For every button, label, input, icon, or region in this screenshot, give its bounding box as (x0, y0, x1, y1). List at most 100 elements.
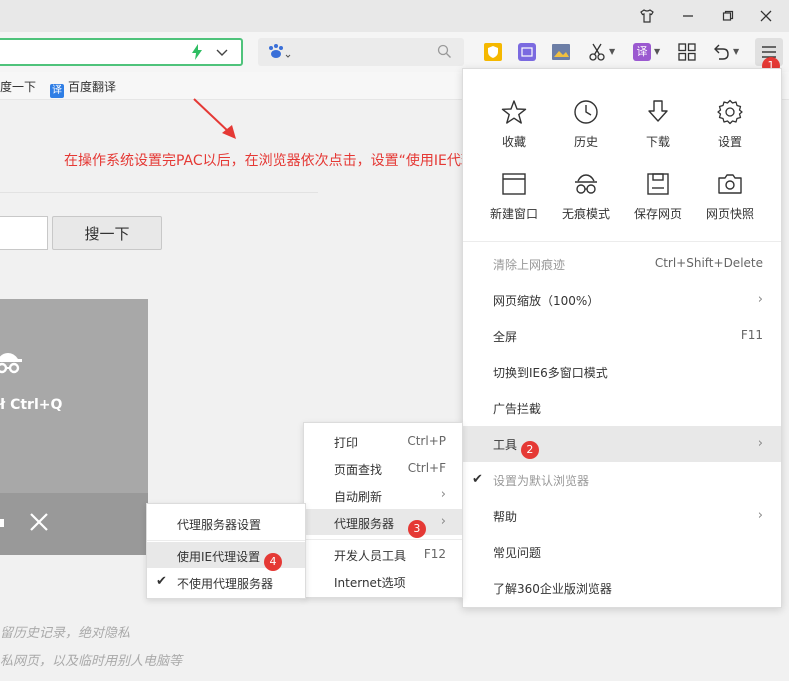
menu-grid-label: 无痕模式 (561, 207, 610, 221)
apps-grid-icon[interactable] (677, 42, 697, 62)
screen-extension-icon[interactable] (517, 42, 537, 62)
tools-submenu: 打印 Ctrl+P 页面查找 Ctrl+F 自动刷新 › 代理服务器 3 › 开… (303, 422, 463, 598)
menu-new-window[interactable]: 新建窗口 (478, 169, 550, 222)
footnote-2: 私网页，以及临时用别人电脑等 (0, 654, 183, 669)
toolbar: ▼ 译 ▼ ▼ 1 (0, 32, 789, 75)
menu-separator (147, 540, 305, 541)
menu-item-shortcut: Ctrl+Shift+Delete (654, 256, 763, 270)
proxy-use-ie-settings[interactable]: 使用IE代理设置 4 (147, 542, 305, 571)
step-badge-3: 3 (407, 520, 426, 538)
address-bar[interactable] (0, 38, 243, 66)
tools-internet-options[interactable]: Internet选项 (304, 568, 462, 594)
menu-save-page[interactable]: 保存网页 (622, 169, 694, 222)
translate-icon: 译 (50, 84, 64, 98)
menu-set-default[interactable]: ✔ 设置为默认浏览器 (463, 462, 781, 498)
proxy-submenu: 代理服务器设置 使用IE代理设置 4 ✔ 不使用代理服务器 (146, 503, 306, 599)
proxy-use-ie-text: 使用IE代理设置 (177, 550, 261, 564)
incognito-icon (550, 169, 622, 199)
skin-icon[interactable] (636, 6, 658, 26)
menu-grid-label: 新建窗口 (489, 207, 538, 221)
shield-extension-icon[interactable] (483, 42, 503, 62)
menu-favorites[interactable]: 收藏 (478, 97, 550, 150)
bolt-icon[interactable] (191, 44, 203, 63)
bookmark-label: 百度翻译 (68, 80, 117, 94)
menu-incognito[interactable]: 无痕模式 (550, 169, 622, 222)
menu-item-label: 开发人员工具 (334, 549, 407, 563)
menu-item-label: 不使用代理服务器 (177, 577, 274, 591)
menu-item-label: 常见问题 (493, 546, 542, 560)
menu-downloads[interactable]: 下载 (622, 97, 694, 150)
page-search-button[interactable]: 搜一下 (52, 216, 162, 250)
chevron-right-icon: › (440, 514, 446, 529)
image-extension-icon[interactable] (551, 42, 571, 62)
star-icon (478, 97, 550, 127)
tools-dev-tools[interactable]: 开发人员工具 F12 (304, 541, 462, 567)
tools-auto-refresh[interactable]: 自动刷新 › (304, 482, 462, 508)
menu-zoom[interactable]: 网页缩放（100%） › (463, 282, 781, 318)
menu-item-label: 自动刷新 (334, 490, 383, 504)
menu-grid-label: 保存网页 (633, 207, 682, 221)
menu-item-label: 设置为默认浏览器 (493, 474, 590, 488)
menu-item-shortcut: F12 (423, 547, 446, 561)
menu-tools-text: 工具 (493, 438, 518, 452)
window-icon (478, 169, 550, 199)
search-icon[interactable] (437, 44, 452, 62)
bookmark-baidu-translate[interactable]: 译百度翻译 (50, 78, 116, 98)
menu-grid-label: 网页快照 (705, 207, 754, 221)
menu-item-label: 使用IE代理设置 4 (177, 548, 282, 571)
scissors-icon[interactable]: ▼ (587, 42, 615, 62)
menu-ie6-mode[interactable]: 切换到IE6多窗口模式 (463, 354, 781, 390)
close-window-icon[interactable] (755, 6, 777, 26)
menu-clear-traces[interactable]: 清除上网痕迹 Ctrl+Shift+Delete (463, 246, 781, 282)
chevron-right-icon: › (757, 292, 763, 307)
restore-icon[interactable] (717, 6, 739, 26)
minimize-icon[interactable] (677, 6, 699, 26)
baidu-paw-icon[interactable] (266, 43, 292, 64)
annotation-text: 在操作系统设置完PAC以后，在浏览器依次点击，设置“使用IE代理设置” (64, 153, 511, 169)
caret-down-icon[interactable]: ▼ (654, 47, 660, 56)
chevron-down-icon[interactable] (215, 45, 229, 62)
menu-item-label: 广告拦截 (493, 402, 542, 416)
tools-proxy-server[interactable]: 代理服务器 3 › (304, 509, 462, 538)
checkmark-icon: ✔ (472, 472, 483, 487)
caret-down-icon[interactable]: ▼ (609, 47, 615, 56)
menu-item-shortcut: Ctrl+P (407, 434, 446, 448)
menu-enterprise[interactable]: 了解360企业版浏览器 (463, 570, 781, 606)
menu-item-label: Internet选项 (334, 576, 406, 590)
menu-item-label: 页面查找 (334, 463, 383, 477)
menu-tools[interactable]: 工具 2 › (463, 426, 781, 462)
page-search-input[interactable] (0, 216, 48, 250)
menu-help[interactable]: 帮助 › (463, 498, 781, 534)
menu-item-label: 了解360企业版浏览器 (493, 582, 612, 596)
menu-item-label: 打印 (334, 436, 359, 450)
proxy-no-proxy[interactable]: ✔ 不使用代理服务器 (147, 569, 305, 595)
tools-print[interactable]: 打印 Ctrl+P (304, 428, 462, 454)
menu-item-label: 切换到IE6多窗口模式 (493, 366, 608, 380)
tools-proxy-text: 代理服务器 (334, 517, 395, 531)
menu-fullscreen[interactable]: 全屏 F11 (463, 318, 781, 354)
menu-grid-label: 下载 (645, 135, 670, 149)
bookmark-label: 度一下 (0, 80, 37, 94)
search-engine-box[interactable] (258, 38, 464, 66)
menu-ad-block[interactable]: 广告拦截 (463, 390, 781, 426)
undo-icon[interactable]: ▼ (711, 42, 739, 62)
menu-settings[interactable]: 设置 (694, 97, 766, 150)
menu-faq[interactable]: 常见问题 (463, 534, 781, 570)
proxy-settings[interactable]: 代理服务器设置 (147, 510, 305, 536)
menu-item-label: 帮助 (493, 510, 518, 524)
menu-item-label: 网页缩放（100%） (493, 294, 600, 308)
chevron-right-icon: › (757, 436, 763, 451)
close-icon[interactable] (28, 511, 50, 536)
main-menu: 收藏 历史 下载 设置 新建窗口 无痕模式 保存网页 网页快照 清除上网痕迹 C… (462, 68, 782, 608)
menu-grid-label: 收藏 (501, 135, 526, 149)
step-badge-2: 2 (520, 441, 539, 459)
menu-grid-label: 历史 (573, 135, 598, 149)
menu-snapshot[interactable]: 网页快照 (694, 169, 766, 222)
caret-down-icon[interactable]: ▼ (733, 47, 739, 56)
incognito-panel: ł Ctrl+Q (0, 299, 148, 555)
tools-find[interactable]: 页面查找 Ctrl+F (304, 455, 462, 481)
menu-item-shortcut: Ctrl+F (407, 461, 446, 475)
menu-history[interactable]: 历史 (550, 97, 622, 150)
translate-icon[interactable]: 译 ▼ (632, 42, 660, 62)
bookmark-baidu-search[interactable]: 度一下 (0, 78, 36, 95)
